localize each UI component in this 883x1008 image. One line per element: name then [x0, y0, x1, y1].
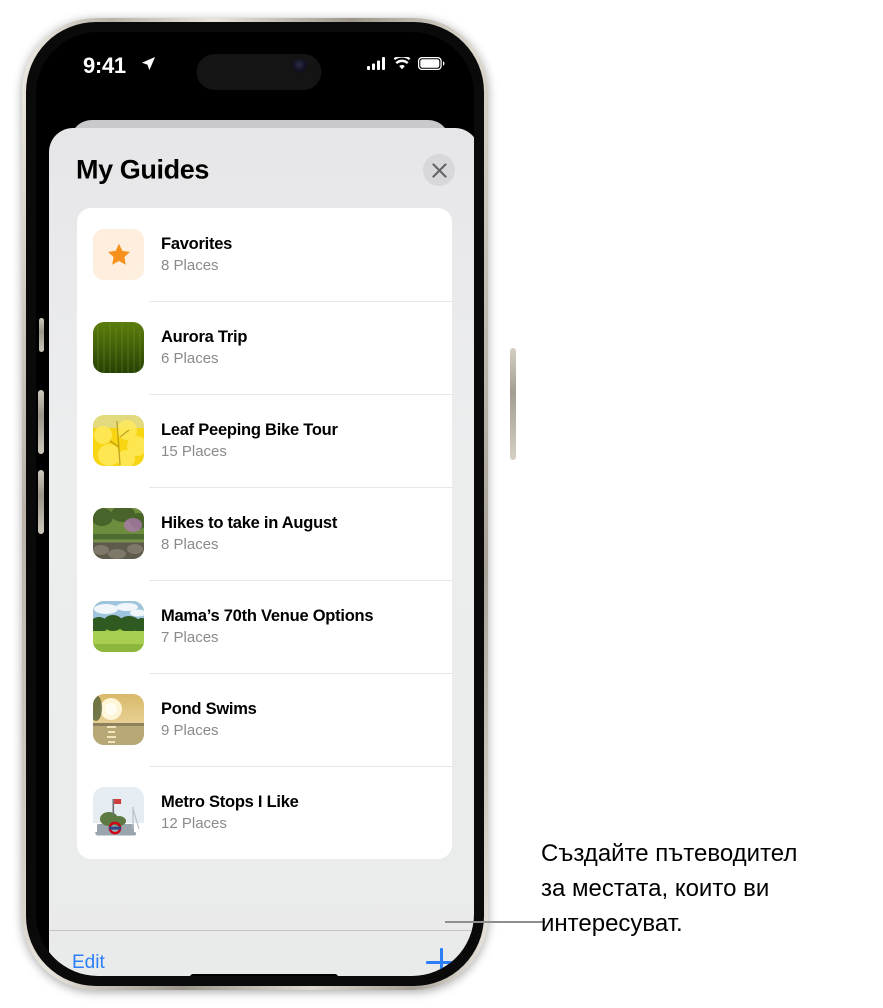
callout-leader-line-2: [497, 921, 543, 923]
meadow-photo: [93, 601, 144, 652]
guide-place-count: 12 Places: [161, 815, 227, 832]
guide-row[interactable]: Aurora Trip 6 Places: [77, 301, 452, 394]
guide-row-text: Leaf Peeping Bike Tour 15 Places: [161, 421, 338, 460]
guides-list: Favorites 8 Places Aurora Trip 6 Places Leaf…: [77, 208, 452, 859]
guide-row[interactable]: Mama’s 70th Venue Options 7 Places: [77, 580, 452, 673]
close-icon: [431, 162, 447, 178]
wifi-icon: [393, 55, 411, 75]
guide-row-text: Mama’s 70th Venue Options 7 Places: [161, 607, 374, 646]
guide-row-text: Favorites 8 Places: [161, 235, 232, 274]
guide-title: Favorites: [161, 235, 233, 253]
guide-title: Hikes to take in August: [161, 514, 338, 532]
sheet-toolbar: Edit: [49, 930, 474, 976]
status-bar-time: 9:41: [83, 53, 126, 78]
guide-row-text: Metro Stops I Like 12 Places: [161, 793, 299, 832]
guide-place-count: 6 Places: [161, 350, 219, 367]
guide-title: Metro Stops I Like: [161, 793, 299, 811]
guide-place-count: 8 Places: [161, 536, 219, 553]
edit-button[interactable]: Edit: [72, 952, 105, 974]
callout-text: Създайте пътеводител за местата, които в…: [541, 836, 883, 941]
sunset-lake-photo: [93, 694, 144, 745]
guide-title: Pond Swims: [161, 700, 257, 718]
guide-row-text: Pond Swims 9 Places: [161, 700, 257, 739]
guide-row[interactable]: Metro Stops I Like 12 Places: [77, 766, 452, 859]
cellular-bars-icon: [367, 57, 386, 75]
callout-line-2: за местата, които ви: [541, 875, 770, 902]
guide-title: Leaf Peeping Bike Tour: [161, 421, 338, 439]
home-indicator: [190, 974, 338, 976]
guide-place-count: 8 Places: [161, 257, 219, 274]
guide-row[interactable]: Pond Swims 9 Places: [77, 673, 452, 766]
guide-place-count: 9 Places: [161, 722, 219, 739]
guide-place-count: 7 Places: [161, 629, 219, 646]
power-button[interactable]: [510, 348, 516, 460]
phone-frame: 9:41 My Guides Favorites 8 Places Aurora…: [22, 18, 516, 990]
guide-row[interactable]: Hikes to take in August 8 Places: [77, 487, 452, 580]
phone-bezel: 9:41 My Guides Favorites 8 Places Aurora…: [26, 22, 484, 986]
guide-row[interactable]: Leaf Peeping Bike Tour 15 Places: [77, 394, 452, 487]
close-button[interactable]: [423, 154, 455, 186]
star-icon: [93, 229, 144, 280]
my-guides-sheet: My Guides Favorites 8 Places Aurora Trip 6 …: [49, 128, 474, 976]
monument-photo: [93, 787, 144, 838]
status-bar-indicators: [367, 55, 445, 75]
forest-trail-photo: [93, 508, 144, 559]
guide-row-text: Hikes to take in August 8 Places: [161, 514, 337, 553]
green-field-photo: [93, 322, 144, 373]
screenshot-root: 9:41 My Guides Favorites 8 Places Aurora…: [0, 0, 883, 1008]
callout-line-3: интересуват.: [541, 910, 683, 937]
page-title: My Guides: [76, 154, 209, 185]
guide-row[interactable]: Favorites 8 Places: [77, 208, 452, 301]
callout-line-1: Създайте пътеводител: [541, 840, 798, 867]
battery-icon: [417, 56, 445, 75]
yellow-foliage-photo: [93, 415, 144, 466]
silent-switch[interactable]: [39, 318, 44, 352]
sheet-header: My Guides: [49, 128, 474, 214]
front-camera-icon: [293, 59, 307, 73]
add-guide-button[interactable]: [426, 947, 456, 976]
guide-row-text: Aurora Trip 6 Places: [161, 328, 247, 367]
guide-title: Aurora Trip: [161, 328, 248, 346]
location-arrow-icon: [141, 56, 156, 76]
guide-place-count: 15 Places: [161, 443, 227, 460]
volume-up-button[interactable]: [38, 390, 44, 454]
guide-title: Mama’s 70th Venue Options: [161, 607, 374, 625]
volume-down-button[interactable]: [38, 470, 44, 534]
status-bar: 9:41: [36, 32, 474, 108]
phone-screen: 9:41 My Guides Favorites 8 Places Aurora…: [36, 32, 474, 976]
star-icon: [107, 243, 130, 265]
